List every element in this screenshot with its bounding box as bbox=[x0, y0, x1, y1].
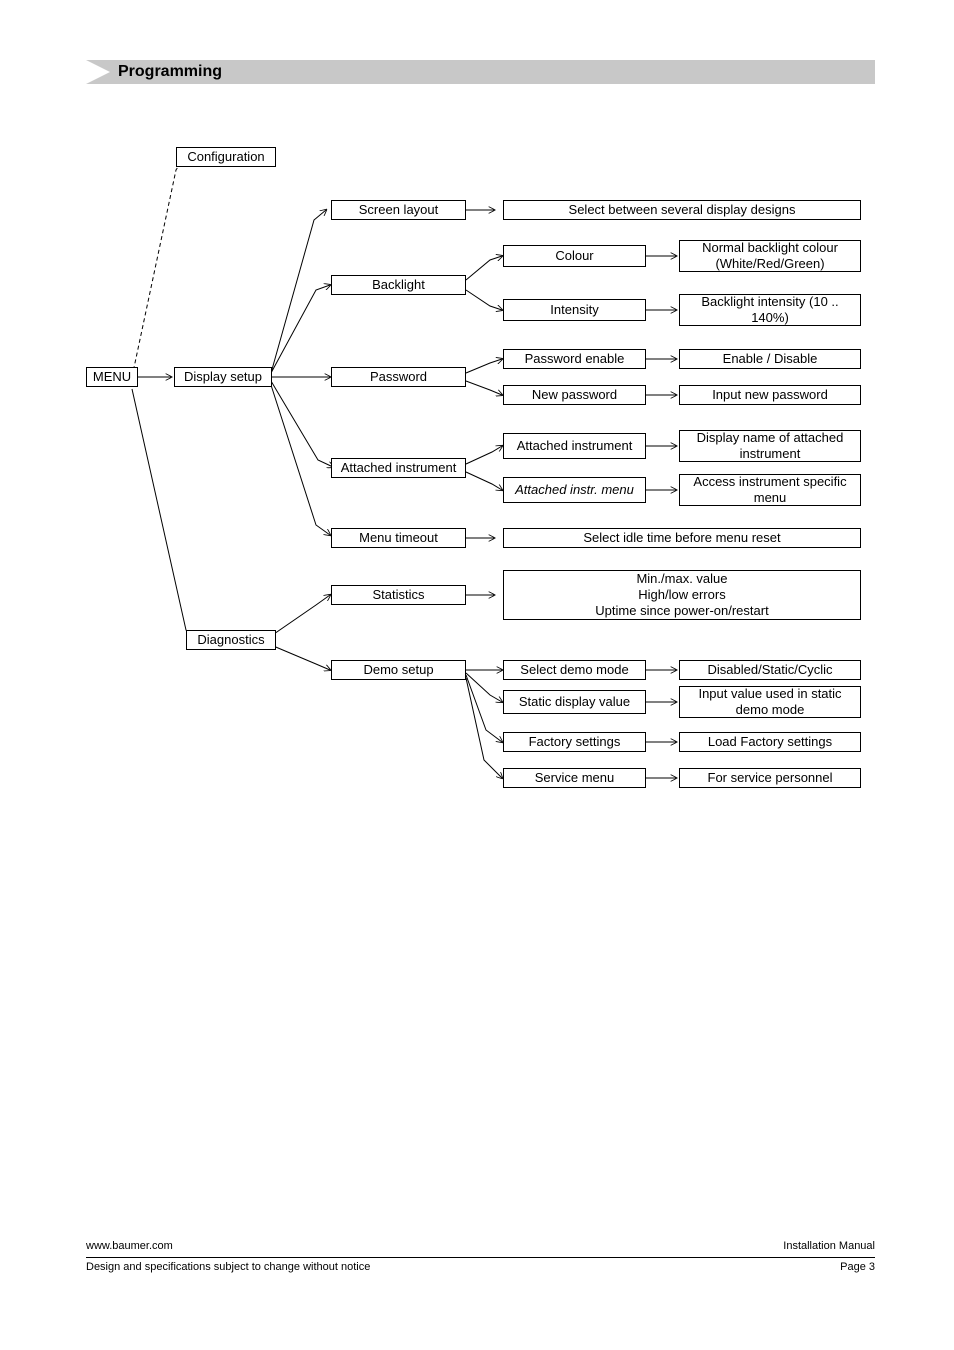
node-service-menu: Service menu bbox=[503, 768, 646, 788]
node-colour: Colour bbox=[503, 245, 646, 267]
desc-intensity: Backlight intensity (10 .. 140%) bbox=[679, 294, 861, 326]
header-wedge-icon bbox=[86, 60, 110, 84]
node-select-demo-mode: Select demo mode bbox=[503, 660, 646, 680]
desc-factory-settings: Load Factory settings bbox=[679, 732, 861, 752]
desc-service-menu: For service personnel bbox=[679, 768, 861, 788]
desc-screen-layout: Select between several display designs bbox=[503, 200, 861, 220]
node-static-display-value: Static display value bbox=[503, 690, 646, 714]
node-screen-layout: Screen layout bbox=[331, 200, 466, 220]
desc-password-enable: Enable / Disable bbox=[679, 349, 861, 369]
section-header: Programming bbox=[86, 60, 875, 84]
desc-statistics-line3: Uptime since power-on/restart bbox=[595, 603, 768, 619]
node-new-password: New password bbox=[503, 385, 646, 405]
desc-attached-instr-menu: Access instrument specific menu bbox=[679, 474, 861, 506]
footer-url: www.baumer.com bbox=[86, 1240, 173, 1252]
desc-new-password: Input new password bbox=[679, 385, 861, 405]
desc-statistics-line1: Min./max. value bbox=[636, 571, 727, 587]
node-diagnostics: Diagnostics bbox=[186, 630, 276, 650]
node-intensity: Intensity bbox=[503, 299, 646, 321]
node-menu-timeout: Menu timeout bbox=[331, 528, 466, 548]
footer-doc-type: Installation Manual bbox=[783, 1240, 875, 1252]
section-title: Programming bbox=[110, 63, 222, 81]
node-demo-setup: Demo setup bbox=[331, 660, 466, 680]
desc-colour: Normal backlight colour (White/Red/Green… bbox=[679, 240, 861, 272]
footer-disclaimer: Design and specifications subject to cha… bbox=[86, 1261, 370, 1273]
node-attached-instrument-sub: Attached instrument bbox=[503, 433, 646, 459]
desc-select-demo-mode: Disabled/Static/Cyclic bbox=[679, 660, 861, 680]
node-password-enable: Password enable bbox=[503, 349, 646, 369]
node-attached-instrument: Attached instrument bbox=[331, 458, 466, 478]
node-attached-instr-menu: Attached instr. menu bbox=[503, 477, 646, 503]
desc-statistics-line2: High/low errors bbox=[638, 587, 725, 603]
node-statistics: Statistics bbox=[331, 585, 466, 605]
page-footer: www.baumer.com Installation Manual Desig… bbox=[86, 1238, 875, 1275]
desc-menu-timeout: Select idle time before menu reset bbox=[503, 528, 861, 548]
node-display-setup: Display setup bbox=[174, 367, 272, 387]
node-backlight: Backlight bbox=[331, 275, 466, 295]
desc-statistics: Min./max. value High/low errors Uptime s… bbox=[503, 570, 861, 620]
node-configuration: Configuration bbox=[176, 147, 276, 167]
node-menu: MENU bbox=[86, 367, 138, 387]
node-password: Password bbox=[331, 367, 466, 387]
menu-hierarchy-diagram: MENU Configuration Display setup Diagnos… bbox=[86, 130, 875, 800]
desc-static-display-value: Input value used in static demo mode bbox=[679, 686, 861, 718]
desc-attached-instrument: Display name of attached instrument bbox=[679, 430, 861, 462]
footer-page-number: Page 3 bbox=[840, 1261, 875, 1273]
node-factory-settings: Factory settings bbox=[503, 732, 646, 752]
